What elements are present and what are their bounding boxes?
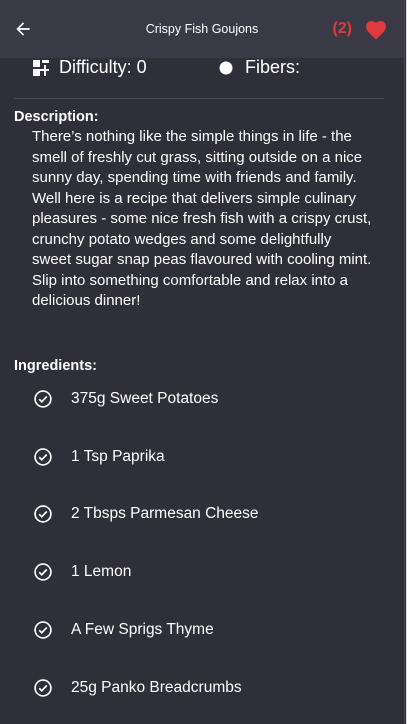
difficulty-stat: Difficulty: 0 bbox=[33, 57, 147, 78]
check-circle-icon bbox=[34, 447, 52, 466]
fibers-stat: Fibers: bbox=[219, 57, 300, 78]
ingredient-item[interactable]: A Few Sprigs Thyme bbox=[0, 601, 404, 659]
ingredient-item[interactable]: 2 Tbsps Parmesan Cheese bbox=[0, 486, 404, 544]
stats-row: Difficulty: 0 Fibers: bbox=[0, 57, 404, 79]
difficulty-label: Difficulty: 0 bbox=[59, 57, 147, 77]
check-circle-icon bbox=[34, 563, 52, 582]
ingredient-item[interactable]: 25g Panko Breadcrumbs bbox=[0, 659, 404, 717]
recipe-detail-screen: Crispy Fish Goujons (2) Difficulty: 0 Fi… bbox=[0, 0, 407, 724]
back-button[interactable] bbox=[8, 14, 38, 44]
ingredient-label: 2 Tbsps Parmesan Cheese bbox=[71, 505, 259, 523]
dashboard-icon bbox=[33, 59, 49, 76]
description-text: There’s nothing like the simple things i… bbox=[32, 128, 372, 309]
arrow-left-icon bbox=[16, 22, 30, 36]
divider bbox=[14, 98, 384, 99]
circle-icon bbox=[219, 61, 233, 74]
ingredient-item[interactable]: 1 Lemon bbox=[0, 543, 404, 601]
ingredient-item[interactable]: 1 Tsp Paprika bbox=[0, 428, 404, 486]
ingredient-label: 1 Tsp Paprika bbox=[71, 447, 165, 465]
ingredient-label: 1 Lemon bbox=[71, 563, 132, 581]
ingredient-item[interactable]: 375g Sweet Potatoes bbox=[0, 370, 404, 428]
ingredient-label: 375g Sweet Potatoes bbox=[71, 389, 219, 407]
ingredients-list: 375g Sweet Potatoes 1 Tsp Paprika 2 Tbsp… bbox=[0, 370, 404, 717]
check-circle-icon bbox=[34, 505, 52, 524]
heart-icon bbox=[366, 21, 386, 40]
check-circle-icon bbox=[34, 679, 52, 697]
app-bar: Crispy Fish Goujons (2) bbox=[0, 0, 404, 58]
fibers-label: Fibers: bbox=[245, 57, 301, 77]
ingredient-label: 25g Panko Breadcrumbs bbox=[71, 678, 242, 696]
description-heading: Description: bbox=[14, 109, 99, 125]
favorite-button[interactable] bbox=[364, 18, 388, 42]
scrollbar-track bbox=[404, 0, 405, 724]
check-circle-icon bbox=[34, 621, 52, 639]
favorite-count: (2) bbox=[332, 20, 352, 37]
ingredient-label: A Few Sprigs Thyme bbox=[71, 621, 214, 639]
check-circle-icon bbox=[34, 390, 52, 408]
